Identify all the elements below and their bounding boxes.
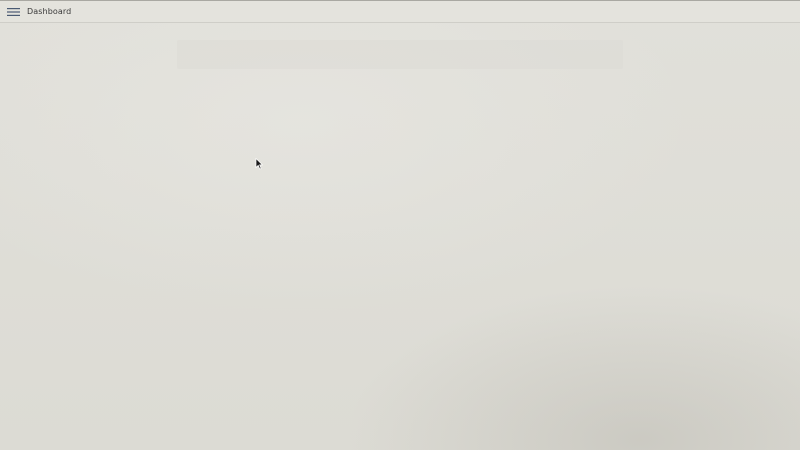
mouse-cursor-icon (255, 158, 263, 170)
top-app-bar: Dashboard (0, 0, 800, 23)
faded-banner (177, 40, 623, 69)
hamburger-menu-icon[interactable] (7, 6, 20, 18)
page-title: Dashboard (27, 7, 72, 16)
